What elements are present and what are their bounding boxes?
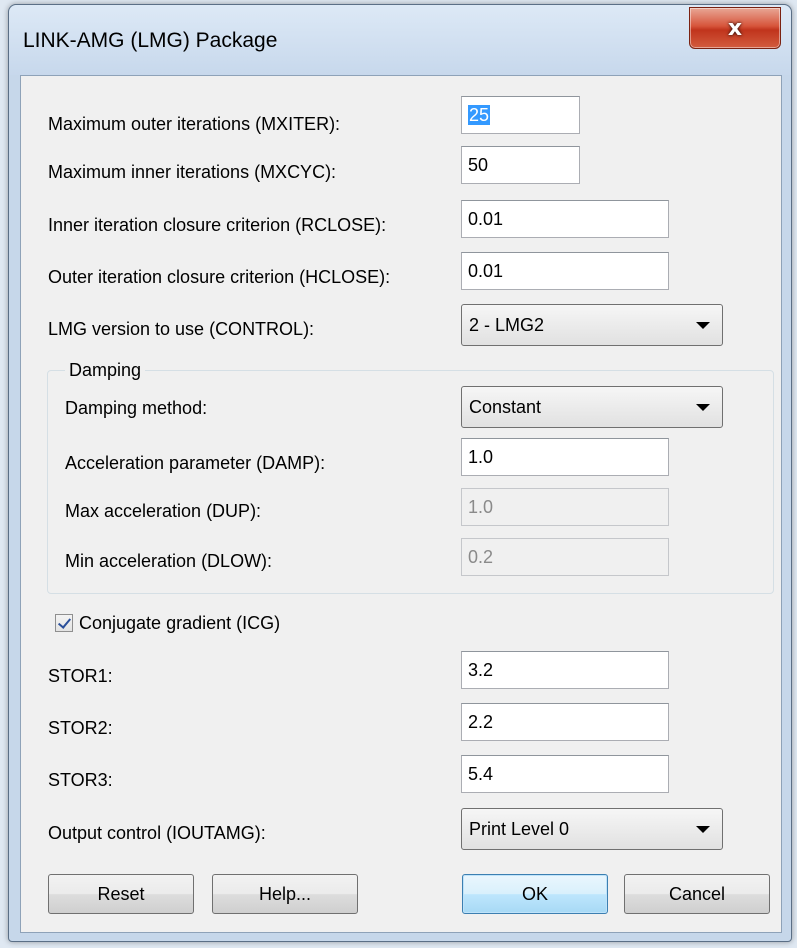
control-dropdown[interactable]: 2 - LMG2 <box>461 304 723 346</box>
hclose-field[interactable]: 0.01 <box>461 252 669 290</box>
mxiter-label: Maximum outer iterations (MXITER): <box>48 114 341 134</box>
damping-method-label: Damping method: <box>65 398 208 418</box>
ioutamg-label: Output control (IOUTAMG): <box>48 823 266 843</box>
title-bar[interactable]: LINK-AMG (LMG) Package x <box>9 5 791 75</box>
dup-label: Max acceleration (DUP): <box>65 501 262 521</box>
damping-group-title: Damping <box>65 360 146 381</box>
mxcyc-label: Maximum inner iterations (MXCYC): <box>48 162 337 182</box>
icg-checkbox[interactable] <box>55 614 73 632</box>
close-icon: x <box>727 15 743 41</box>
icg-label[interactable]: Conjugate gradient (ICG) <box>79 613 280 634</box>
dlow-field: 0.2 <box>461 538 669 576</box>
window-title: LINK-AMG (LMG) Package <box>23 29 278 52</box>
chevron-down-icon <box>696 826 710 833</box>
stor1-label: STOR1: <box>48 666 113 686</box>
mxcyc-field[interactable]: 50 <box>461 146 580 184</box>
mxiter-value: 25 <box>468 105 491 125</box>
dup-field: 1.0 <box>461 488 669 526</box>
mxiter-field[interactable]: 25 <box>461 96 580 134</box>
chevron-down-icon <box>696 322 710 329</box>
rclose-field[interactable]: 0.01 <box>461 200 669 238</box>
damping-method-dropdown[interactable]: Constant <box>461 386 723 428</box>
stor3-label: STOR3: <box>48 770 113 790</box>
rclose-label: Inner iteration closure criterion (RCLOS… <box>48 215 387 235</box>
chevron-down-icon <box>696 404 710 411</box>
reset-button[interactable]: Reset <box>48 874 194 914</box>
ioutamg-dropdown[interactable]: Print Level 0 <box>461 808 723 850</box>
damping-method-value: Constant <box>469 397 542 417</box>
hclose-label: Outer iteration closure criterion (HCLOS… <box>48 267 391 287</box>
dialog-body: Maximum outer iterations (MXITER): 25 Ma… <box>20 75 782 933</box>
help-button[interactable]: Help... <box>212 874 358 914</box>
dlow-label: Min acceleration (DLOW): <box>65 551 273 571</box>
stor2-label: STOR2: <box>48 718 113 738</box>
ioutamg-value: Print Level 0 <box>469 819 570 839</box>
stor3-field[interactable]: 5.4 <box>461 755 669 793</box>
control-value: 2 - LMG2 <box>469 315 545 335</box>
damp-label: Acceleration parameter (DAMP): <box>65 453 326 473</box>
dialog-window: LINK-AMG (LMG) Package x Maximum outer i… <box>8 4 792 942</box>
damp-field[interactable]: 1.0 <box>461 438 669 476</box>
stor1-field[interactable]: 3.2 <box>461 651 669 689</box>
cancel-button[interactable]: Cancel <box>624 874 770 914</box>
ok-button[interactable]: OK <box>462 874 608 914</box>
close-button[interactable]: x <box>689 7 781 49</box>
stor2-field[interactable]: 2.2 <box>461 703 669 741</box>
control-label: LMG version to use (CONTROL): <box>48 319 315 339</box>
